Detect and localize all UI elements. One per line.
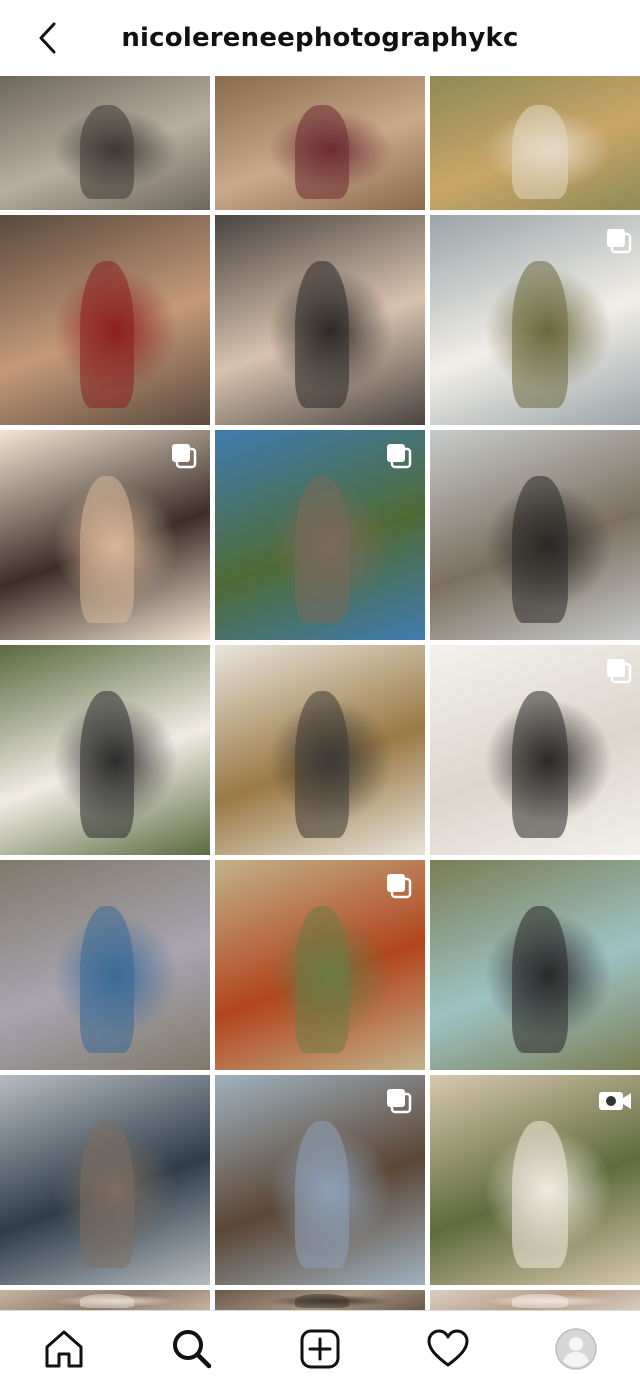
photo-tile[interactable] — [0, 645, 210, 855]
nav-new-post[interactable] — [288, 1317, 352, 1381]
video-camera-icon — [599, 1092, 631, 1110]
multiple-images-icon — [387, 444, 412, 469]
photo-tile[interactable] — [430, 215, 640, 425]
photo-subject — [511, 261, 568, 409]
photo-subject — [294, 1294, 350, 1309]
photo-tile[interactable] — [0, 1075, 210, 1285]
nav-home[interactable] — [32, 1317, 96, 1381]
photo-subject — [511, 1121, 568, 1269]
search-icon — [173, 1329, 212, 1368]
photo-tile[interactable] — [430, 430, 640, 640]
photo-subject — [79, 906, 135, 1054]
photo-subject — [79, 105, 135, 200]
photo-tile[interactable] — [430, 1075, 640, 1285]
photo-subject — [79, 691, 135, 839]
nav-profile[interactable] — [544, 1317, 608, 1381]
photo-tile[interactable] — [215, 430, 425, 640]
top-bar: nicolereneephotographykc — [0, 0, 640, 76]
photo-grid — [0, 76, 640, 1310]
back-button[interactable] — [28, 18, 68, 58]
bottom-navigation — [0, 1310, 640, 1386]
photo-subject — [294, 691, 350, 839]
heart-icon — [427, 1329, 469, 1366]
photo-tile[interactable] — [430, 860, 640, 1070]
add-post-icon — [300, 1329, 340, 1368]
photo-subject — [79, 261, 135, 409]
photo-subject — [511, 691, 568, 839]
photo-tile[interactable] — [215, 645, 425, 855]
photo-subject — [294, 261, 350, 409]
photo-tile[interactable] — [215, 1290, 425, 1310]
chevron-left-icon — [39, 22, 56, 54]
photo-tile[interactable] — [0, 860, 210, 1070]
photo-subject — [294, 1121, 350, 1269]
photo-subject — [511, 906, 568, 1054]
multiple-images-icon — [172, 444, 197, 469]
photo-tile[interactable] — [215, 1075, 425, 1285]
photo-subject — [511, 1294, 568, 1309]
photo-tile[interactable] — [430, 1290, 640, 1310]
photo-tile[interactable] — [0, 215, 210, 425]
photo-tile[interactable] — [430, 76, 640, 210]
multiple-images-icon — [387, 874, 412, 899]
nav-search[interactable] — [160, 1317, 224, 1381]
multiple-images-icon — [607, 659, 632, 684]
photo-subject — [294, 105, 350, 200]
photo-tile[interactable] — [215, 860, 425, 1070]
profile-username-title: nicolereneephotographykc — [121, 23, 519, 53]
photo-tile[interactable] — [215, 76, 425, 210]
photo-tile[interactable] — [0, 1290, 210, 1310]
photo-tile[interactable] — [215, 215, 425, 425]
photo-subject — [79, 1121, 135, 1269]
photo-subject — [79, 476, 135, 624]
photo-subject — [511, 105, 568, 200]
photo-subject — [511, 476, 568, 624]
photo-subject — [294, 476, 350, 624]
photo-subject — [294, 906, 350, 1054]
multiple-images-icon — [387, 1089, 412, 1114]
profile-avatar-icon — [555, 1327, 597, 1370]
nav-activity[interactable] — [416, 1317, 480, 1381]
home-icon — [45, 1330, 83, 1367]
photo-tile[interactable] — [430, 645, 640, 855]
multiple-images-icon — [607, 229, 632, 254]
photo-tile[interactable] — [0, 430, 210, 640]
photo-tile[interactable] — [0, 76, 210, 210]
photo-subject — [79, 1294, 135, 1309]
